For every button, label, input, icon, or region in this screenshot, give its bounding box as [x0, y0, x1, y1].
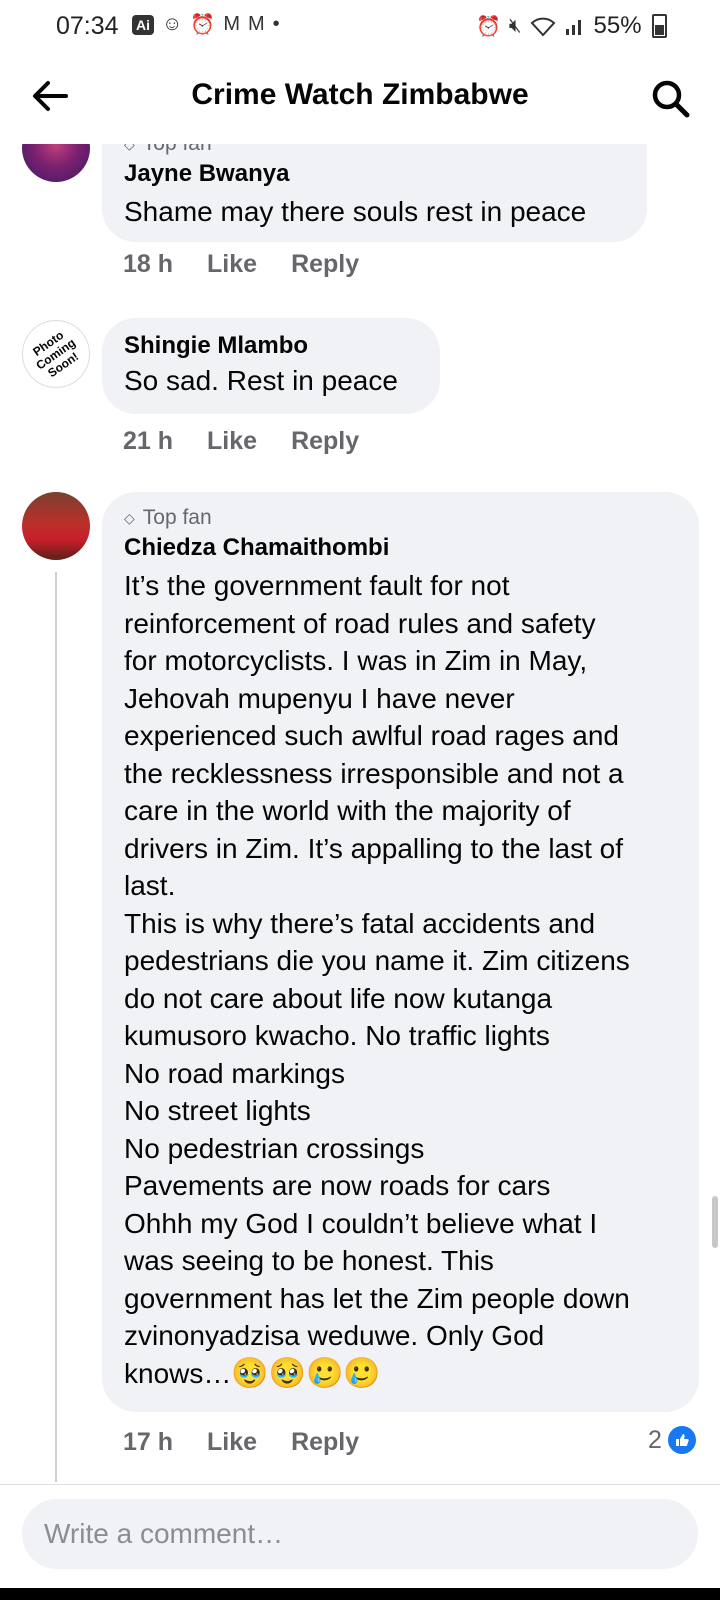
reaction-count: 2	[648, 1425, 662, 1454]
diamond-icon: ◇	[124, 509, 135, 526]
like-button[interactable]: Like	[207, 250, 257, 279]
avatar[interactable]	[22, 144, 90, 182]
comment-author[interactable]: Shingie Mlambo	[124, 332, 308, 360]
reply-button[interactable]: Reply	[291, 250, 359, 279]
page-title: Crime Watch Zimbabwe	[191, 78, 529, 111]
battery-percent: 55%	[593, 12, 642, 39]
reply-button[interactable]: Reply	[291, 427, 359, 456]
comment-1: ◇ Top fan Jayne Bwanya Shame may there s…	[0, 144, 720, 284]
signal-icon	[565, 20, 581, 35]
comment-actions: 18 h Like Reply	[123, 250, 359, 279]
comment-author[interactable]: Chiedza Chamaithombi	[124, 534, 389, 562]
gmail-icon: M	[223, 13, 240, 35]
comment-body: It’s the government fault for not reinfo…	[124, 567, 684, 1392]
comment-text: It’s the government fault for not reinfo…	[124, 570, 630, 1389]
top-fan-badge: ◇ Top fan	[124, 144, 212, 156]
comment-input[interactable]	[22, 1499, 698, 1569]
ai-badge: Ai	[132, 14, 154, 35]
notification-icon: ☺	[162, 13, 183, 35]
wifi-icon	[530, 17, 555, 37]
avatar[interactable]: Photo Coming Soon!	[22, 320, 90, 388]
comment-bubble: ◇ Top fan Chiedza Chamaithombi It’s the …	[102, 492, 699, 1412]
avatar[interactable]	[22, 492, 90, 560]
status-bar: 07:34 Ai ☺ ⏰ M M • ⏰ 🔇︎ 55%	[0, 0, 720, 52]
comment-actions: 17 h Like Reply	[123, 1428, 359, 1457]
comment-text: Shame may there souls rest in peace	[124, 196, 587, 227]
battery-icon	[651, 14, 667, 38]
scrollbar[interactable]	[712, 1196, 718, 1248]
comment-author[interactable]: Jayne Bwanya	[124, 160, 289, 188]
app-header: Crime Watch Zimbabwe	[0, 52, 720, 144]
comment-bubble: ◇ Top fan Jayne Bwanya Shame may there s…	[102, 144, 647, 242]
diamond-icon: ◇	[124, 144, 135, 153]
reply-button[interactable]: Reply	[291, 1428, 359, 1457]
more-dot-icon: •	[272, 13, 280, 35]
comment-time[interactable]: 18 h	[123, 250, 173, 279]
comment-time[interactable]: 17 h	[123, 1428, 173, 1457]
like-button[interactable]: Like	[207, 427, 257, 456]
alarm-icon: ⏰	[476, 15, 501, 38]
reaction-summary[interactable]: 2	[648, 1424, 698, 1456]
top-fan-badge: ◇ Top fan	[124, 506, 212, 529]
gmail-icon: M	[248, 13, 265, 35]
status-time: 07:34	[56, 12, 119, 40]
like-button[interactable]: Like	[207, 1428, 257, 1457]
alarm-icon: ⏰	[190, 14, 216, 36]
comment-text: So sad. Rest in peace	[124, 365, 398, 396]
emoji-reactions-inline: 🥹🥹🥲🥲	[231, 1356, 381, 1390]
system-nav-bar	[0, 1588, 720, 1600]
status-left-icons: Ai ☺ ⏰ M M •	[132, 12, 280, 37]
status-right-icons: ⏰ 🔇︎ 55%	[476, 12, 667, 40]
comment-bubble: Shingie Mlambo So sad. Rest in peace	[102, 318, 440, 414]
search-icon[interactable]	[648, 76, 692, 120]
comment-time[interactable]: 21 h	[123, 427, 173, 456]
mute-icon: 🔇︎	[508, 14, 522, 37]
like-reaction-icon	[665, 1424, 698, 1456]
comment-composer	[0, 1484, 720, 1589]
comment-actions: 21 h Like Reply	[123, 427, 359, 456]
thread-line	[55, 572, 57, 1482]
